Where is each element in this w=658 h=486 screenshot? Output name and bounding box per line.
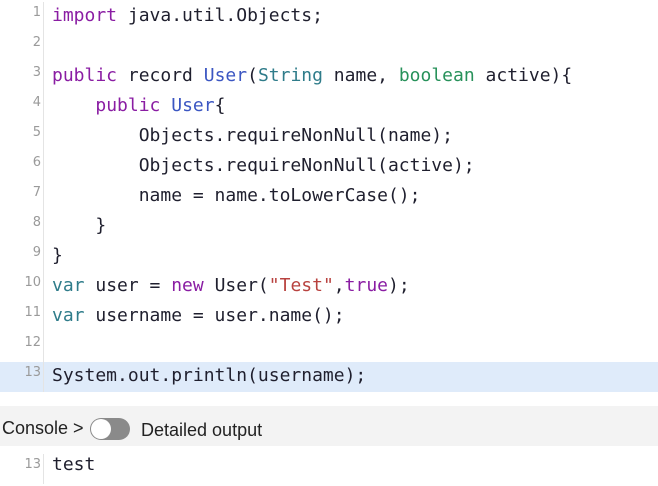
code-line[interactable]: 7 name = name.toLowerCase(); (0, 182, 658, 212)
code-token: , (333, 275, 345, 296)
code-token: User (203, 65, 248, 86)
line-number: 10 (0, 272, 44, 302)
code-token: record (117, 65, 204, 86)
code-line[interactable]: 13 System.out.println(username); (0, 362, 658, 392)
line-number: 4 (0, 92, 44, 122)
code-text: Objects.requireNonNull(active); (52, 155, 475, 177)
code-editor[interactable]: 1 import java.util.Objects; 2 3 public recor… (0, 0, 658, 406)
code-token: var (52, 275, 85, 296)
code-line[interactable]: 8 } (0, 212, 658, 242)
output-text: test (52, 454, 96, 475)
code-token: { (214, 95, 226, 116)
code-token: System.out.println(username); (52, 365, 367, 386)
code-token: active){ (474, 65, 573, 86)
code-token: } (52, 245, 63, 266)
code-token: import (52, 5, 118, 26)
code-text: public User{ (52, 95, 225, 117)
console-output: 13 test (0, 446, 658, 486)
line-number: 7 (0, 182, 44, 212)
code-token: name, (322, 65, 399, 86)
code-token: "Test" (268, 275, 334, 296)
code-token: var (52, 305, 85, 326)
code-token: user = (84, 275, 172, 296)
code-line[interactable]: 12 (0, 332, 658, 362)
code-line[interactable]: 11 var username = user.name(); (0, 302, 658, 332)
code-token: new (171, 275, 204, 296)
code-text: var username = user.name(); (52, 305, 345, 327)
console-label[interactable]: Console > (2, 418, 84, 439)
line-number: 12 (0, 332, 44, 362)
code-line[interactable]: 4 public User{ (0, 92, 658, 122)
code-text: name = name.toLowerCase(); (52, 185, 421, 207)
code-token: String (257, 65, 323, 86)
code-token: public (95, 95, 161, 116)
code-line[interactable]: 2 (0, 32, 658, 62)
code-token: name = name.toLowerCase(); (52, 185, 421, 206)
toggle-knob (91, 419, 111, 439)
code-token: username = user.name(); (84, 305, 345, 326)
code-line[interactable]: 3 public record User(String name, boolean… (0, 62, 658, 92)
code-token: boolean (398, 65, 475, 86)
line-number: 6 (0, 152, 44, 182)
line-number: 9 (0, 242, 44, 272)
line-number: 13 (0, 362, 44, 392)
line-number: 3 (0, 62, 44, 92)
code-token: User( (203, 275, 269, 296)
line-number: 2 (0, 32, 44, 62)
line-number: 5 (0, 122, 44, 152)
code-token: User (171, 95, 215, 116)
code-text: System.out.println(username); (52, 365, 366, 387)
code-token: Objects.requireNonNull(active); (52, 155, 475, 176)
detailed-output-toggle[interactable] (90, 418, 130, 440)
code-token: public (52, 65, 118, 86)
code-text: } (52, 215, 106, 237)
code-token: } (52, 215, 107, 236)
code-line[interactable]: 9} (0, 242, 658, 272)
code-line[interactable]: 5 Objects.requireNonNull(name); (0, 122, 658, 152)
console-bar: Console > Detailed output (0, 406, 658, 446)
code-token: java.util.Objects; (117, 5, 323, 26)
detailed-output-label: Detailed output (141, 420, 263, 440)
output-line-number: 13 (0, 454, 44, 484)
code-token: ); (388, 275, 410, 296)
code-text: public record User(String name, boolean … (52, 65, 572, 87)
code-text: import java.util.Objects; (52, 5, 323, 27)
line-number: 8 (0, 212, 44, 242)
code-token: ( (247, 65, 258, 86)
code-token: Objects.requireNonNull(name); (52, 125, 453, 146)
code-line[interactable]: 10 var user = new User("Test",true); (0, 272, 658, 302)
code-text: } (52, 245, 63, 267)
line-number: 11 (0, 302, 44, 332)
code-token: true (344, 275, 388, 296)
code-line[interactable]: 6 Objects.requireNonNull(active); (0, 152, 658, 182)
line-number: 1 (0, 2, 44, 32)
code-text: Objects.requireNonNull(name); (52, 125, 453, 147)
code-text: var user = new User("Test",true); (52, 275, 410, 297)
code-line[interactable]: 1 import java.util.Objects; (0, 2, 658, 32)
